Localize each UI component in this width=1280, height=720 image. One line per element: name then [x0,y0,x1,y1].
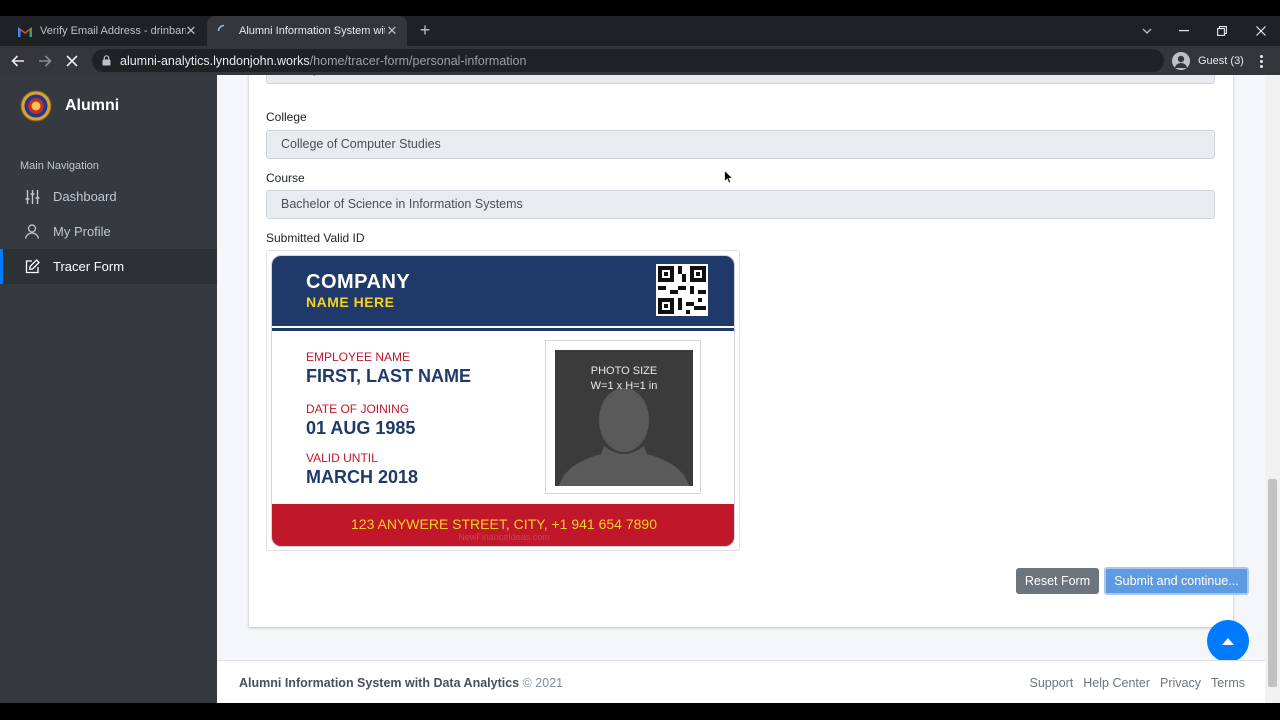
sidebar-item-label: My Profile [53,224,111,239]
scrollbar-thumb[interactable] [1268,479,1277,687]
scroll-to-top-button[interactable] [1207,620,1249,662]
brand-link[interactable]: Alumni [0,75,217,137]
id-photo-text: PHOTO SIZE W=1 x H=1 in [590,365,658,392]
id-watermark: NewFinanceIdeas.com [458,532,550,542]
id-valid-value: MARCH 2018 [306,467,419,487]
new-tab-plus-icon[interactable]: + [416,21,434,39]
back-arrow-icon[interactable] [8,51,28,71]
id-valid-label: VALID UNTIL [306,451,378,465]
id-card: COMPANY NAME HERE EMPLOYEE NAME FIRST, L… [271,255,735,547]
city-field[interactable]: Talisay [266,75,1215,84]
browser-menu-icon[interactable] [1254,51,1268,71]
window-close-icon[interactable] [1242,16,1280,46]
caret-up-icon [1222,637,1234,645]
page-footer: Alumni Information System with Data Anal… [217,660,1265,703]
forward-arrow-icon[interactable] [35,51,55,71]
id-card-footer: 123 ANYWERE STREET, CITY, +1 941 654 789… [272,504,734,546]
browser-toolbar: alumni-analytics.lyndonjohn.works/home/t… [0,46,1280,75]
sidebar-item-my-profile[interactable]: My Profile [0,214,217,249]
college-label: College [266,110,307,124]
university-logo-icon [20,90,52,122]
web-page: Alumni Main Navigation Dashboard My Prof… [0,75,1280,703]
mouse-cursor-icon [724,170,734,184]
main-content: Talisay College College of Computer Stud… [217,75,1265,703]
id-address: 123 ANYWERE STREET, CITY, +1 941 654 789… [351,516,657,532]
valid-id-label: Submitted Valid ID [266,231,365,245]
tab-close-icon[interactable]: ✕ [385,24,399,38]
id-photo-placeholder: PHOTO SIZE W=1 x H=1 in [555,350,693,486]
tab-title: Alumni Information System with D [239,25,385,37]
page-scrollbar[interactable] [1265,75,1280,703]
id-doj-label: DATE OF JOINING [306,402,410,416]
address-bar[interactable]: alumni-analytics.lyndonjohn.works/home/t… [92,49,1164,72]
course-field[interactable]: Bachelor of Science in Information Syste… [266,190,1215,219]
id-doj-value: 01 AUG 1985 [306,418,416,438]
id-employee-label: EMPLOYEE NAME [306,350,411,364]
edit-icon [24,259,40,275]
id-card-header: COMPANY NAME HERE [272,256,734,328]
browser-tab-strip: Verify Email Address - drinbarne ✕ Alumn… [0,16,1280,46]
restore-icon[interactable] [1203,16,1241,46]
user-icon [24,224,40,240]
os-bottom-bar [0,703,1280,720]
qr-code-icon [656,264,708,316]
url-host: alumni-analytics.lyndonjohn.works [120,53,310,68]
sidebar-item-tracer-form[interactable]: Tracer Form [0,249,217,284]
footer-link-support[interactable]: Support [1030,676,1074,690]
url-path: /home/tracer-form/personal-information [309,53,527,68]
id-company-sub: NAME HERE [306,294,395,310]
id-employee-value: FIRST, LAST NAME [306,366,471,386]
sliders-icon [24,189,40,205]
footer-year: © 2021 [522,676,564,690]
lock-icon[interactable] [102,55,111,66]
minimize-icon[interactable] [1165,16,1203,46]
reset-form-button[interactable]: Reset Form [1016,568,1099,594]
tracer-form-card: Talisay College College of Computer Stud… [249,75,1249,627]
id-company-name: COMPANY [306,271,411,293]
footer-links: Support Help Center Privacy Terms [1030,676,1246,690]
footer-link-terms[interactable]: Terms [1211,676,1245,690]
sidebar: Alumni Main Navigation Dashboard My Prof… [0,75,217,703]
footer-app-name: Alumni Information System with Data Anal… [239,676,520,690]
gmail-icon [18,24,32,38]
footer-link-privacy[interactable]: Privacy [1160,676,1201,690]
sidebar-item-label: Dashboard [53,189,117,204]
brand-text: Alumni [65,97,120,114]
loading-icon [217,24,231,38]
sidebar-item-label: Tracer Form [53,259,125,274]
footer-link-help-center[interactable]: Help Center [1083,676,1150,690]
browser-tab-alumni[interactable]: Alumni Information System with D ✕ [207,16,407,46]
footer-copyright: Alumni Information System with Data Anal… [239,676,563,690]
sidebar-item-dashboard[interactable]: Dashboard [0,179,217,214]
stop-loading-icon[interactable] [62,51,82,71]
college-field[interactable]: College of Computer Studies [266,130,1215,159]
course-label: Course [266,171,305,185]
profile-label: Guest (3) [1198,54,1244,67]
valid-id-image: COMPANY NAME HERE EMPLOYEE NAME FIRST, L… [266,250,740,551]
profile-button[interactable]: Guest (3) [1172,50,1244,71]
avatar-icon [1172,51,1190,70]
tab-title: Verify Email Address - drinbarne [40,25,186,37]
tab-close-icon[interactable]: ✕ [184,24,198,38]
tab-search-chevron-icon[interactable] [1128,16,1166,46]
id-photo-frame: PHOTO SIZE W=1 x H=1 in [545,340,701,494]
browser-tab-gmail[interactable]: Verify Email Address - drinbarne ✕ [8,16,206,46]
submit-continue-button[interactable]: Submit and continue... [1104,567,1249,595]
nav-header: Main Navigation [20,160,99,172]
os-top-bar [0,0,1280,16]
id-divider [272,328,734,331]
